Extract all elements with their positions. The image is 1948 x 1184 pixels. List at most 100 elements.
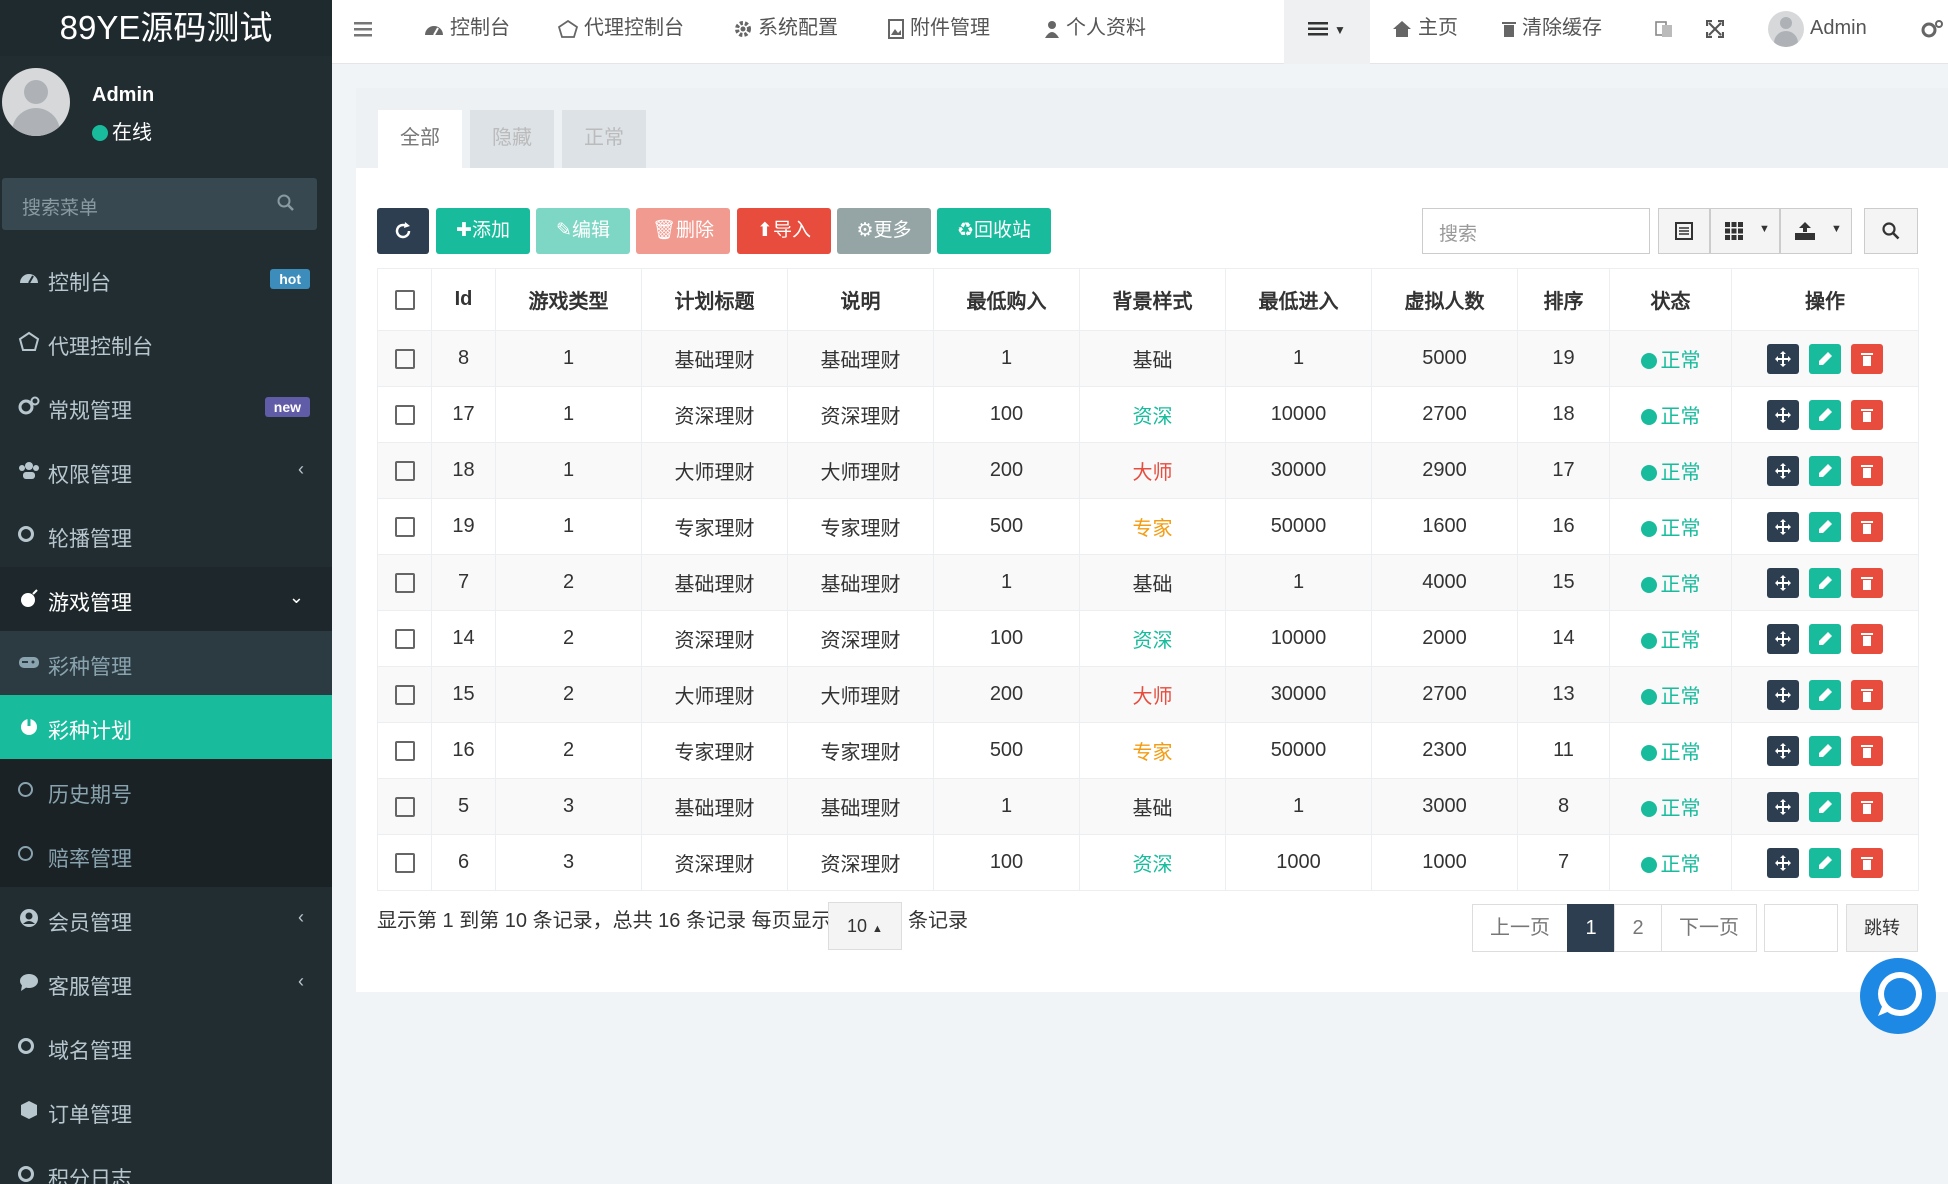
- cell-status[interactable]: 正常: [1609, 442, 1732, 499]
- topnav-attachments[interactable]: 附件管理: [888, 0, 990, 64]
- table-row[interactable]: 14 2 资深理财 资深理财 100 资深 10000 2000 14 正常: [377, 610, 1919, 667]
- row-select-cell[interactable]: [377, 386, 432, 443]
- app-logo[interactable]: 89YE源码测试: [0, 0, 332, 56]
- row-select-cell[interactable]: [377, 666, 432, 723]
- row-checkbox[interactable]: [394, 572, 415, 593]
- fullscreen-button[interactable]: [1706, 0, 1730, 64]
- next-page-button[interactable]: 下一页: [1661, 904, 1757, 952]
- drag-sort-button[interactable]: [1767, 399, 1800, 430]
- sidebar-item-members[interactable]: 会员管理 ‹: [0, 887, 332, 951]
- row-checkbox[interactable]: [394, 852, 415, 873]
- cell-status[interactable]: 正常: [1609, 666, 1732, 723]
- cell-status[interactable]: 正常: [1609, 498, 1732, 555]
- sidebar-item-orders[interactable]: 订单管理: [0, 1079, 332, 1143]
- table-search-input[interactable]: 搜索: [1422, 208, 1650, 254]
- row-delete-button[interactable]: [1850, 679, 1883, 710]
- col-header[interactable]: 最低购入: [933, 268, 1080, 331]
- drag-sort-button[interactable]: [1767, 511, 1800, 542]
- topnav-system-config[interactable]: 系统配置: [734, 0, 838, 64]
- row-delete-button[interactable]: [1850, 847, 1883, 878]
- col-header[interactable]: 虚拟人数: [1371, 268, 1518, 331]
- delete-button[interactable]: 🗑删除: [636, 208, 730, 254]
- row-select-cell[interactable]: [377, 442, 432, 499]
- col-header[interactable]: 说明: [787, 268, 934, 331]
- col-header[interactable]: 排序: [1517, 268, 1610, 331]
- sidebar-toggle-button[interactable]: [354, 0, 378, 64]
- table-row[interactable]: 16 2 专家理财 专家理财 500 专家 50000 2300 11 正常: [377, 722, 1919, 779]
- col-header[interactable]: 游戏类型: [495, 268, 642, 331]
- row-edit-button[interactable]: [1809, 567, 1841, 598]
- select-all-cell[interactable]: [377, 268, 432, 331]
- row-checkbox[interactable]: [394, 460, 415, 481]
- table-row[interactable]: 18 1 大师理财 大师理财 200 大师 30000 2900 17 正常: [377, 442, 1919, 499]
- col-header[interactable]: Id: [431, 268, 496, 331]
- row-select-cell[interactable]: [377, 554, 432, 611]
- table-row[interactable]: 8 1 基础理财 基础理财 1 基础 1 5000 19 正常: [377, 330, 1919, 387]
- row-select-cell[interactable]: [377, 330, 432, 387]
- table-row[interactable]: 6 3 资深理财 资深理财 100 资深 1000 1000 7 正常: [377, 834, 1919, 891]
- topnav-profile[interactable]: 个人资料: [1044, 0, 1146, 64]
- row-delete-button[interactable]: [1850, 567, 1883, 598]
- drag-sort-button[interactable]: [1767, 679, 1800, 710]
- topnav-clear-cache[interactable]: 清除缓存: [1502, 0, 1602, 64]
- row-delete-button[interactable]: [1850, 399, 1883, 430]
- drag-sort-button[interactable]: [1767, 455, 1800, 486]
- row-checkbox[interactable]: [394, 348, 415, 369]
- row-edit-button[interactable]: [1809, 455, 1841, 486]
- select-all-checkbox[interactable]: [394, 289, 415, 310]
- sidebar-item-customer-service[interactable]: 客服管理 ‹: [0, 951, 332, 1015]
- cell-status[interactable]: 正常: [1609, 386, 1732, 443]
- row-delete-button[interactable]: [1850, 343, 1883, 374]
- row-edit-button[interactable]: [1809, 343, 1841, 374]
- export-dropdown-button[interactable]: ▼: [1780, 208, 1852, 254]
- columns-dropdown-button[interactable]: ▼: [1710, 208, 1780, 254]
- page-size-dropdown[interactable]: 10 ▲: [828, 902, 902, 950]
- row-edit-button[interactable]: [1809, 399, 1841, 430]
- row-edit-button[interactable]: [1809, 623, 1841, 654]
- multiplenav-dropdown-button[interactable]: ▼: [1284, 0, 1370, 64]
- row-checkbox[interactable]: [394, 684, 415, 705]
- jump-button[interactable]: 跳转: [1846, 904, 1918, 952]
- sidebar-item-odds[interactable]: 赔率管理: [0, 823, 332, 887]
- cell-status[interactable]: 正常: [1609, 778, 1732, 835]
- drag-sort-button[interactable]: [1767, 847, 1800, 878]
- row-select-cell[interactable]: [377, 834, 432, 891]
- row-select-cell[interactable]: [377, 610, 432, 667]
- search-icon[interactable]: [277, 194, 295, 212]
- col-header[interactable]: 背景样式: [1079, 268, 1226, 331]
- row-checkbox[interactable]: [394, 796, 415, 817]
- drag-sort-button[interactable]: [1767, 343, 1800, 374]
- recycle-bin-button[interactable]: ♻回收站: [937, 208, 1051, 254]
- page-2-button[interactable]: 2: [1614, 904, 1662, 952]
- topnav-dashboard[interactable]: 控制台: [424, 0, 510, 64]
- row-delete-button[interactable]: [1850, 791, 1883, 822]
- language-switch-button[interactable]: [1654, 0, 1680, 64]
- sidebar-item-agent-dashboard[interactable]: 代理控制台: [0, 311, 332, 375]
- row-delete-button[interactable]: [1850, 623, 1883, 654]
- topnav-home[interactable]: 主页: [1392, 0, 1458, 64]
- row-delete-button[interactable]: [1850, 455, 1883, 486]
- tab-normal[interactable]: 正常: [562, 110, 646, 168]
- cell-status[interactable]: 正常: [1609, 722, 1732, 779]
- tab-hidden[interactable]: 隐藏: [470, 110, 554, 168]
- sidebar-item-general[interactable]: 常规管理 new: [0, 375, 332, 439]
- more-button[interactable]: ⚙更多: [837, 208, 931, 254]
- sidebar-item-lottery-types[interactable]: 彩种管理: [0, 631, 332, 695]
- row-edit-button[interactable]: [1809, 679, 1841, 710]
- topnav-agent-dashboard[interactable]: 代理控制台: [558, 0, 684, 64]
- sidebar-item-carousel[interactable]: 轮播管理: [0, 503, 332, 567]
- sidebar-item-domains[interactable]: 域名管理: [0, 1015, 332, 1079]
- sidebar-search-input[interactable]: 搜索菜单: [2, 178, 317, 230]
- table-row[interactable]: 7 2 基础理财 基础理财 1 基础 1 4000 15 正常: [377, 554, 1919, 611]
- sidebar-item-dashboard[interactable]: 控制台 hot: [0, 247, 332, 311]
- cell-status[interactable]: 正常: [1609, 554, 1732, 611]
- table-row[interactable]: 19 1 专家理财 专家理财 500 专家 50000 1600 16 正常: [377, 498, 1919, 555]
- sidebar-item-points-log[interactable]: 积分日志: [0, 1143, 332, 1184]
- row-checkbox[interactable]: [394, 404, 415, 425]
- sidebar-item-games[interactable]: 游戏管理 ⌄: [0, 567, 332, 631]
- row-select-cell[interactable]: [377, 778, 432, 835]
- drag-sort-button[interactable]: [1767, 623, 1800, 654]
- row-select-cell[interactable]: [377, 498, 432, 555]
- settings-button[interactable]: [1920, 0, 1948, 64]
- add-button[interactable]: ✚添加: [436, 208, 530, 254]
